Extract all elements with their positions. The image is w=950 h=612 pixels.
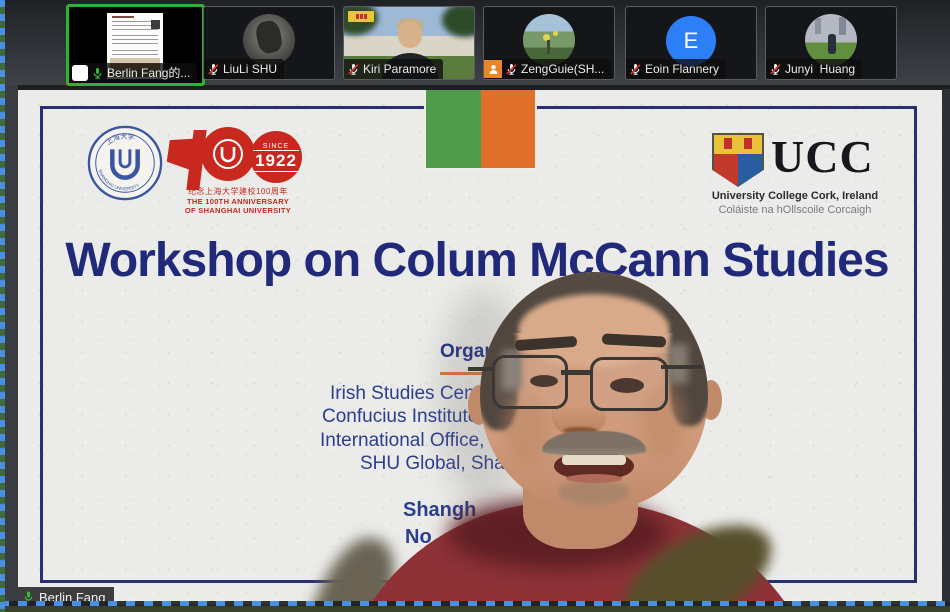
window-chrome-left — [5, 85, 18, 612]
participant-name-label: Eoin Flannery — [626, 59, 726, 79]
presenter-video-overlay — [18, 89, 942, 605]
mic-icon — [91, 67, 104, 80]
glasses-right-lens — [590, 357, 668, 411]
video-tile-junyi-huang[interactable]: Junyi Huang — [765, 6, 897, 80]
video-tile-eoin-flannery[interactable]: E Eoin Flannery — [625, 6, 757, 80]
share-region-border-left — [0, 0, 5, 612]
video-tile-zengguie[interactable]: ZengGuie(SH... — [483, 6, 615, 80]
logo-badge — [348, 11, 374, 22]
desktop-background-sliver — [0, 605, 950, 612]
video-tile-liuli-shu[interactable]: LiuLi SHU — [203, 6, 335, 80]
window-chrome-right — [942, 89, 950, 612]
participant-name-label: Kiri Paramore — [344, 59, 443, 79]
participant-name-label: LiuLi SHU — [204, 59, 284, 79]
qr-code — [151, 20, 160, 29]
participant-name-label: ZengGuie(SH... — [484, 59, 611, 79]
mic-muted-icon — [505, 63, 518, 76]
mic-muted-icon — [347, 63, 360, 76]
mustache — [542, 431, 646, 455]
video-tile-kiri-paramore[interactable]: Kiri Paramore — [343, 6, 475, 80]
mic-muted-icon — [207, 63, 220, 76]
mic-muted-icon — [769, 63, 782, 76]
screen-share-icon — [72, 65, 88, 81]
mic-muted-icon — [629, 63, 642, 76]
share-region-border-bottom — [0, 601, 950, 606]
person-icon — [484, 60, 502, 78]
participant-name-label: Berlin Fang的... — [69, 63, 197, 83]
glasses-left-lens — [492, 355, 568, 409]
video-tile-berlin-fang[interactable]: Berlin Fang的... — [66, 4, 205, 86]
participant-filmstrip: Berlin Fang的... LiuLi SHU — [5, 0, 950, 85]
zoom-meeting-window: Berlin Fang的... LiuLi SHU — [0, 0, 950, 612]
participant-name-label: Junyi Huang — [766, 59, 862, 79]
